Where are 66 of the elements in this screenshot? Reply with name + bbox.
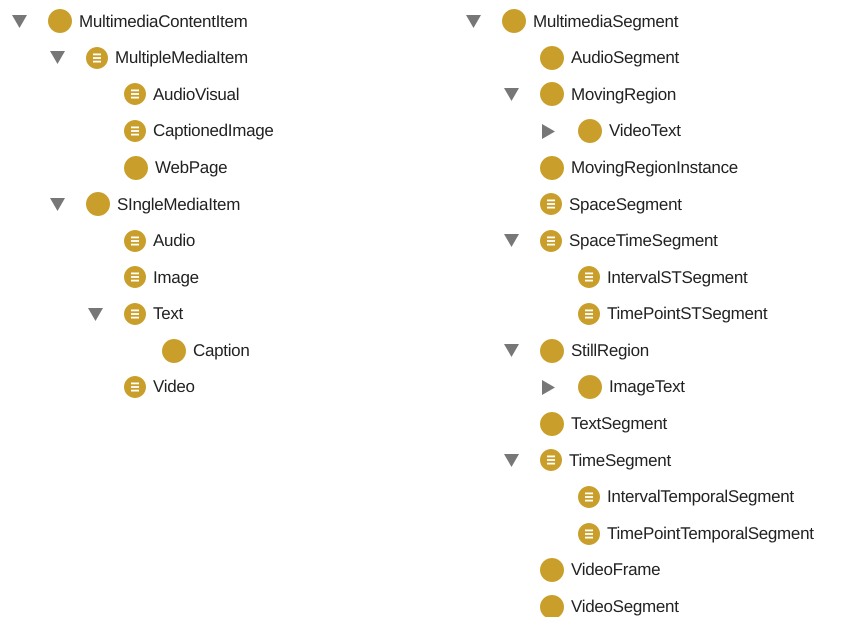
class-label[interactable]: VideoText xyxy=(609,118,681,144)
class-label[interactable]: TimePointTemporalSegment xyxy=(607,520,814,546)
defined-class-icon xyxy=(124,376,146,398)
class-label[interactable]: Image xyxy=(153,264,199,290)
defined-class-icon xyxy=(578,522,600,545)
collapsed-triangle-icon[interactable] xyxy=(542,380,555,395)
class-circle-icon xyxy=(162,338,186,363)
class-label[interactable]: Audio xyxy=(153,228,195,254)
class-circle-icon xyxy=(540,558,564,582)
class-label[interactable]: AudioSegment xyxy=(571,45,679,71)
defined-class-icon xyxy=(124,303,146,326)
class-circle-icon xyxy=(540,46,564,70)
expanded-triangle-icon[interactable] xyxy=(88,308,103,321)
class-circle-icon xyxy=(48,9,72,34)
class-circle-icon xyxy=(540,338,564,363)
class-label[interactable]: IntervalSTSegment xyxy=(607,264,748,290)
expanded-triangle-icon[interactable] xyxy=(504,454,519,467)
expanded-triangle-icon[interactable] xyxy=(50,198,65,211)
class-label[interactable]: VideoFrame xyxy=(571,557,660,583)
defined-class-icon xyxy=(124,230,146,252)
class-label[interactable]: MovingRegionInstance xyxy=(571,154,738,180)
defined-class-icon xyxy=(540,230,562,252)
expanded-triangle-icon[interactable] xyxy=(12,14,27,28)
class-label[interactable]: TimeSegment xyxy=(569,448,671,474)
class-circle-icon xyxy=(502,9,526,34)
class-circle-icon xyxy=(540,82,564,106)
class-label[interactable]: Video xyxy=(153,374,195,400)
class-label[interactable]: SpaceSegment xyxy=(569,192,682,218)
class-label[interactable]: StillRegion xyxy=(571,338,649,364)
class-label[interactable]: Text xyxy=(153,301,183,327)
class-label[interactable]: VideoSegment xyxy=(571,594,679,617)
collapsed-triangle-icon[interactable] xyxy=(542,124,555,139)
class-label[interactable]: MultimediaSegment xyxy=(533,8,678,34)
class-circle-icon xyxy=(124,156,148,180)
class-label[interactable]: TextSegment xyxy=(571,411,667,437)
class-label[interactable]: CaptionedImage xyxy=(153,118,274,144)
class-circle-icon xyxy=(578,119,602,144)
defined-class-icon xyxy=(86,46,108,69)
expanded-triangle-icon[interactable] xyxy=(50,51,65,64)
class-label[interactable]: TimePointSTSegment xyxy=(607,301,768,327)
defined-class-icon xyxy=(124,83,146,106)
class-circle-icon xyxy=(578,375,602,400)
defined-class-icon xyxy=(578,486,600,508)
defined-class-icon xyxy=(124,120,146,142)
defined-class-icon xyxy=(578,266,600,288)
class-label[interactable]: MultipleMediaItem xyxy=(115,45,248,71)
expanded-triangle-icon[interactable] xyxy=(504,88,519,101)
defined-class-icon xyxy=(124,266,146,288)
class-label[interactable]: MultimediaContentItem xyxy=(79,8,248,34)
expanded-triangle-icon[interactable] xyxy=(466,14,481,28)
class-circle-icon xyxy=(86,192,110,216)
expanded-triangle-icon[interactable] xyxy=(504,344,519,358)
class-label[interactable]: WebPage xyxy=(155,154,228,180)
class-circle-icon xyxy=(540,156,564,180)
class-label[interactable]: Caption xyxy=(193,338,250,364)
class-label[interactable]: SIngleMediaItem xyxy=(117,192,240,218)
defined-class-icon xyxy=(540,193,562,216)
class-circle-icon xyxy=(540,412,564,436)
class-label[interactable]: ImageText xyxy=(609,374,685,400)
defined-class-icon xyxy=(578,303,600,326)
class-label[interactable]: MovingRegion xyxy=(571,82,676,108)
class-label[interactable]: IntervalTemporalSegment xyxy=(607,484,794,510)
defined-class-icon xyxy=(540,449,562,472)
class-label[interactable]: AudioVisual xyxy=(153,82,240,108)
expanded-triangle-icon[interactable] xyxy=(504,234,519,248)
class-label[interactable]: SpaceTimeSegment xyxy=(569,228,718,254)
